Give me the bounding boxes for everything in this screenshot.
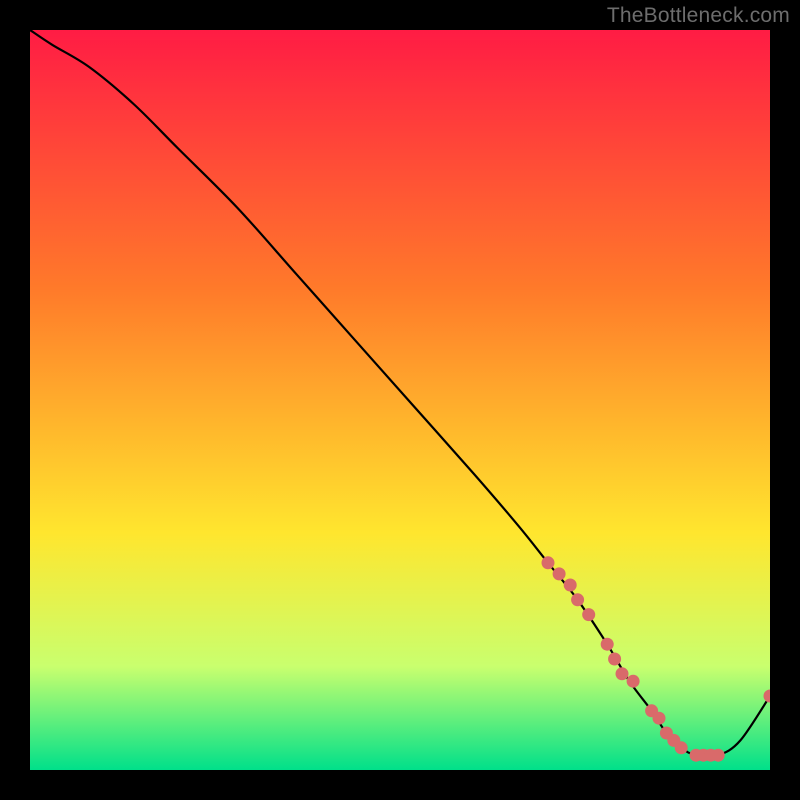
data-point (712, 749, 725, 762)
chart-frame: TheBottleneck.com (0, 0, 800, 800)
data-point (571, 593, 584, 606)
plot-area (30, 30, 770, 770)
data-point (608, 653, 621, 666)
data-point (564, 579, 577, 592)
data-point (542, 556, 555, 569)
data-point (653, 712, 666, 725)
data-point (675, 741, 688, 754)
data-point (616, 667, 629, 680)
data-point (553, 567, 566, 580)
data-point (601, 638, 614, 651)
data-point (627, 675, 640, 688)
data-point (582, 608, 595, 621)
gradient-background (30, 30, 770, 770)
chart-svg (30, 30, 770, 770)
watermark-text: TheBottleneck.com (607, 4, 790, 28)
